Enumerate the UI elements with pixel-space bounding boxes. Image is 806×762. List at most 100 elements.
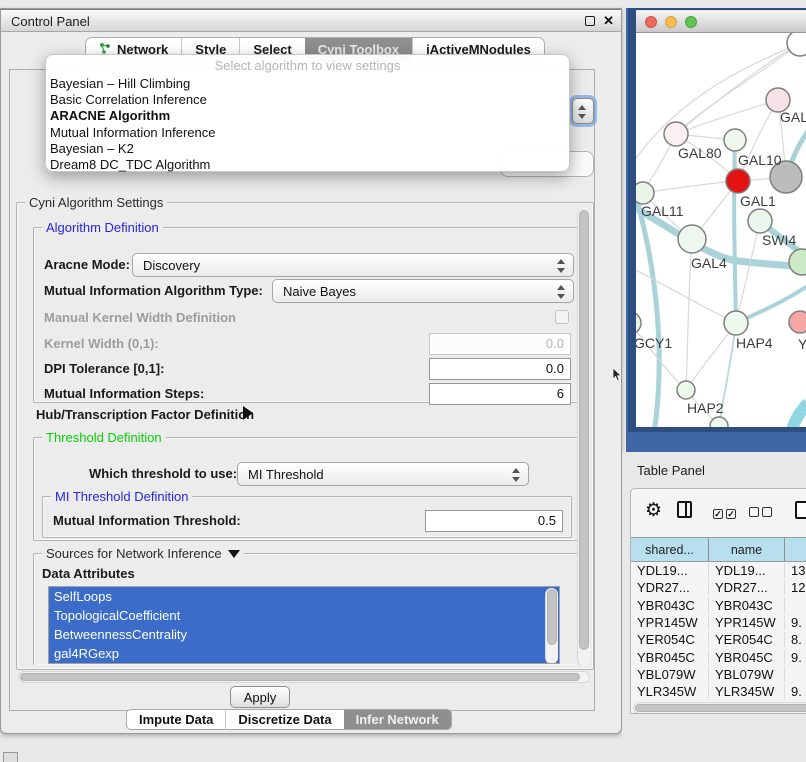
list-item[interactable]: TopologicalCoefficient xyxy=(49,606,559,625)
node-gal11[interactable] xyxy=(636,182,654,204)
cell[interactable]: YBR043C xyxy=(631,598,709,613)
cell[interactable]: 13 xyxy=(785,563,806,578)
menu-item[interactable]: Dream8 DC_TDC Algorithm xyxy=(46,157,569,173)
network-window-titlebar[interactable] xyxy=(636,10,806,33)
cell[interactable]: YPR145W xyxy=(631,615,709,630)
combo-stepper-icon xyxy=(557,258,566,274)
column-header[interactable]: shared... xyxy=(631,538,709,561)
node-swi4[interactable] xyxy=(748,209,772,233)
cell[interactable]: YER054C xyxy=(709,632,785,647)
menu-item[interactable]: Bayesian – K2 xyxy=(46,141,569,157)
close-icon[interactable]: ✕ xyxy=(603,13,614,29)
dock-panel-icon[interactable] xyxy=(3,752,18,762)
expanded-arrow-icon[interactable] xyxy=(228,550,240,558)
control-panel-titlebar[interactable]: Control Panel ✕ xyxy=(1,9,621,32)
node[interactable] xyxy=(787,33,806,56)
tab-impute-data[interactable]: Impute Data xyxy=(127,710,225,729)
table-row[interactable]: YPR145W YPR145W 9. xyxy=(631,614,806,631)
algorithm-combobox-stepper[interactable] xyxy=(572,98,594,124)
list-item[interactable]: gal4RGexp xyxy=(49,644,559,663)
cell[interactable]: 9. xyxy=(785,650,806,665)
mi-algorithm-type-value: Naive Bayes xyxy=(283,284,356,299)
node-pink[interactable] xyxy=(789,311,806,333)
attribute-list-scrollbar[interactable] xyxy=(545,588,558,664)
new-table-icon[interactable] xyxy=(795,501,806,519)
cell[interactable]: YDR27... xyxy=(709,580,785,595)
sources-group-title-wrap[interactable]: Sources for Network Inference xyxy=(42,546,244,561)
tab-infer-network[interactable]: Infer Network xyxy=(344,710,451,729)
network-canvas[interactable]: GAL GAL80 GAL10 GAL1 GAL11 SWI4 GAL4 GCY… xyxy=(636,33,806,427)
cell[interactable]: YPR145W xyxy=(709,615,785,630)
mi-threshold-field[interactable]: 0.5 xyxy=(425,510,563,532)
gear-icon[interactable]: ⚙ xyxy=(645,501,662,520)
dpi-tolerance-field[interactable]: 0.0 xyxy=(429,358,571,380)
hub-definition-toggle-label[interactable]: Hub/Transcription Factor Definition xyxy=(36,407,254,422)
select-all-icon[interactable]: ✓✓ xyxy=(713,504,739,522)
cell[interactable]: YLR345W xyxy=(709,684,785,699)
table-row[interactable]: YBR045C YBR045C 9. xyxy=(631,648,806,665)
node-gcy1[interactable] xyxy=(636,312,641,334)
apply-button[interactable]: Apply xyxy=(230,686,290,708)
close-traffic-icon[interactable] xyxy=(645,16,657,28)
collapsed-arrow-icon[interactable] xyxy=(243,406,253,420)
table-row[interactable]: YDL19... YDL19... 13 xyxy=(631,562,806,579)
cell[interactable]: YBL079W xyxy=(631,667,709,682)
split-columns-icon[interactable] xyxy=(677,501,692,518)
which-threshold-combobox[interactable]: MI Threshold xyxy=(237,462,529,486)
table-row[interactable]: YLR345W YLR345W 9. xyxy=(631,683,806,700)
mi-steps-field[interactable]: 6 xyxy=(429,383,571,405)
aracne-mode-combobox[interactable]: Discovery xyxy=(132,253,574,277)
settings-hscrollbar[interactable] xyxy=(18,671,590,683)
cell[interactable]: 8. xyxy=(785,632,806,647)
minimize-traffic-icon[interactable] xyxy=(665,16,677,28)
list-item[interactable]: BetweennessCentrality xyxy=(49,625,559,644)
table-row[interactable]: YER054C YER054C 8. xyxy=(631,631,806,648)
float-window-icon[interactable] xyxy=(585,16,595,26)
node-hap2[interactable] xyxy=(677,381,695,399)
settings-scrollbar[interactable] xyxy=(577,208,590,666)
table-row[interactable]: YBR043C YBR043C xyxy=(631,597,806,614)
algorithm-definition-group: Algorithm Definition Aracne Mode: Discov… xyxy=(33,227,579,403)
cell[interactable]: YBR043C xyxy=(709,598,785,613)
cell[interactable]: 12 xyxy=(785,580,806,595)
node-label: GCY1 xyxy=(636,335,672,351)
cell[interactable]: YER054C xyxy=(631,632,709,647)
node-gal1-selected[interactable] xyxy=(726,169,750,193)
tab-discretize-data[interactable]: Discretize Data xyxy=(225,710,343,729)
table-row[interactable]: YBL079W YBL079W xyxy=(631,666,806,683)
node-gal80[interactable] xyxy=(664,122,688,146)
cell[interactable]: YBR045C xyxy=(709,650,785,665)
menu-item[interactable]: Mutual Information Inference xyxy=(46,125,569,141)
column-header[interactable] xyxy=(785,538,806,561)
table-row[interactable]: YDR27... YDR27... 12 xyxy=(631,579,806,596)
data-attributes-list[interactable]: SelfLoops TopologicalCoefficient Between… xyxy=(48,586,560,664)
deselect-all-icon[interactable] xyxy=(749,504,775,522)
algorithm-definition-title: Algorithm Definition xyxy=(42,220,163,235)
menu-item[interactable]: Bayesian – Hill Climbing xyxy=(46,76,569,92)
mi-algorithm-type-combobox[interactable]: Naive Bayes xyxy=(272,279,574,303)
node-gal10[interactable] xyxy=(724,129,746,151)
column-header[interactable]: name xyxy=(709,538,785,561)
list-item[interactable]: SelfLoops xyxy=(49,587,559,606)
cyni-bottom-tabstrip: Impute Data Discretize Data Infer Networ… xyxy=(126,709,452,730)
node-hap4[interactable] xyxy=(724,311,748,335)
cell[interactable]: 9. xyxy=(785,684,806,699)
cell[interactable]: YDL19... xyxy=(631,563,709,578)
node-bottom[interactable] xyxy=(710,417,728,427)
cell[interactable]: YDL19... xyxy=(709,563,785,578)
node-label: GAL11 xyxy=(641,203,684,219)
table-hscrollbar[interactable] xyxy=(633,702,806,714)
cell[interactable]: 9. xyxy=(785,615,806,630)
cell[interactable]: YBL079W xyxy=(709,667,785,682)
node-gal4[interactable] xyxy=(678,225,706,253)
cyni-algorithm-settings-title: Cyni Algorithm Settings xyxy=(25,195,167,210)
node-green[interactable] xyxy=(789,249,806,275)
menu-item[interactable]: Basic Correlation Inference xyxy=(46,92,569,108)
manual-kernel-checkbox[interactable] xyxy=(555,310,569,324)
menu-item-selected[interactable]: ARACNE Algorithm xyxy=(46,108,569,124)
combo-stepper-icon xyxy=(557,284,566,300)
zoom-traffic-icon[interactable] xyxy=(685,16,697,28)
cell[interactable]: YLR345W xyxy=(631,684,709,699)
cell[interactable]: YDR27... xyxy=(631,580,709,595)
cell[interactable]: YBR045C xyxy=(631,650,709,665)
